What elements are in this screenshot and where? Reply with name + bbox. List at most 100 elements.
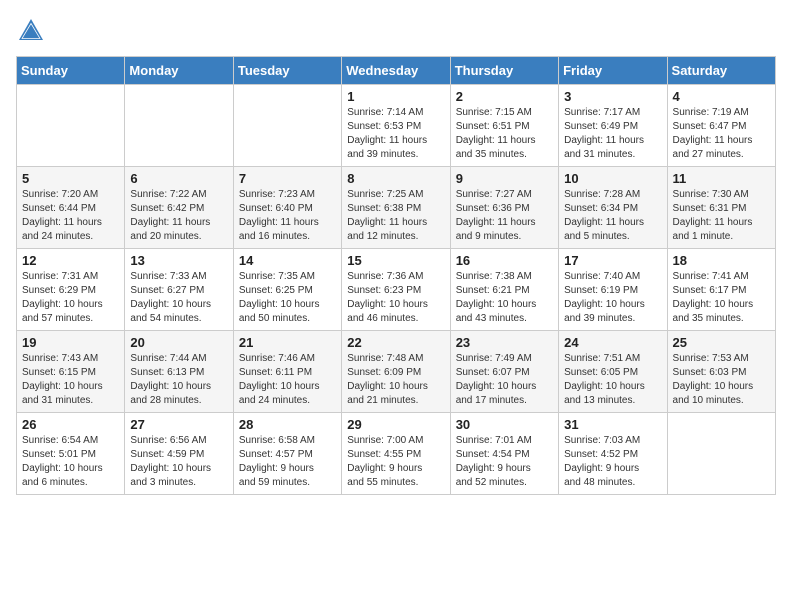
cell-date-number: 28 [239, 417, 336, 432]
calendar-cell: 23 Sunrise: 7:49 AM Sunset: 6:07 PM Dayli… [450, 331, 558, 413]
calendar-cell: 9 Sunrise: 7:27 AM Sunset: 6:36 PM Daylig… [450, 167, 558, 249]
calendar-cell: 5 Sunrise: 7:20 AM Sunset: 6:44 PM Daylig… [17, 167, 125, 249]
cell-info-text: Sunrise: 7:23 AM Sunset: 6:40 PM Dayligh… [239, 188, 336, 244]
calendar-cell: 24 Sunrise: 7:51 AM Sunset: 6:05 PM Dayli… [559, 331, 667, 413]
calendar-cell: 6 Sunrise: 7:22 AM Sunset: 6:42 PM Daylig… [125, 167, 233, 249]
cell-date-number: 14 [239, 253, 336, 268]
cell-date-number: 2 [456, 89, 553, 104]
cell-info-text: Sunrise: 7:46 AM Sunset: 6:11 PM Dayligh… [239, 352, 336, 408]
cell-date-number: 11 [673, 171, 770, 186]
cell-info-text: Sunrise: 7:20 AM Sunset: 6:44 PM Dayligh… [22, 188, 119, 244]
cell-date-number: 4 [673, 89, 770, 104]
cell-info-text: Sunrise: 7:01 AM Sunset: 4:54 PM Dayligh… [456, 434, 553, 490]
cell-info-text: Sunrise: 7:33 AM Sunset: 6:27 PM Dayligh… [130, 270, 227, 326]
cell-info-text: Sunrise: 7:49 AM Sunset: 6:07 PM Dayligh… [456, 352, 553, 408]
cell-date-number: 15 [347, 253, 444, 268]
calendar-cell [667, 413, 775, 495]
calendar-cell: 2 Sunrise: 7:15 AM Sunset: 6:51 PM Daylig… [450, 85, 558, 167]
weekday-header: Wednesday [342, 57, 450, 85]
cell-date-number: 18 [673, 253, 770, 268]
calendar-cell: 31Sunrise: 7:03 AM Sunset: 4:52 PM Dayli… [559, 413, 667, 495]
cell-info-text: Sunrise: 7:03 AM Sunset: 4:52 PM Dayligh… [564, 434, 661, 490]
cell-date-number: 22 [347, 335, 444, 350]
logo [16, 16, 50, 46]
cell-info-text: Sunrise: 7:30 AM Sunset: 6:31 PM Dayligh… [673, 188, 770, 244]
calendar-table: SundayMondayTuesdayWednesdayThursdayFrid… [16, 56, 776, 495]
cell-info-text: Sunrise: 7:53 AM Sunset: 6:03 PM Dayligh… [673, 352, 770, 408]
calendar-cell: 30 Sunrise: 7:01 AM Sunset: 4:54 PM Dayli… [450, 413, 558, 495]
cell-date-number: 1 [347, 89, 444, 104]
cell-info-text: Sunrise: 7:15 AM Sunset: 6:51 PM Dayligh… [456, 106, 553, 162]
calendar-cell: 3 Sunrise: 7:17 AM Sunset: 6:49 PM Daylig… [559, 85, 667, 167]
cell-date-number: 23 [456, 335, 553, 350]
cell-info-text: Sunrise: 7:22 AM Sunset: 6:42 PM Dayligh… [130, 188, 227, 244]
calendar-cell: 18 Sunrise: 7:41 AM Sunset: 6:17 PM Dayli… [667, 249, 775, 331]
cell-info-text: Sunrise: 7:40 AM Sunset: 6:19 PM Dayligh… [564, 270, 661, 326]
calendar-cell: 16Sunrise: 7:38 AM Sunset: 6:21 PM Dayli… [450, 249, 558, 331]
cell-date-number: 3 [564, 89, 661, 104]
cell-date-number: 17 [564, 253, 661, 268]
weekday-header: Thursday [450, 57, 558, 85]
cell-info-text: Sunrise: 7:41 AM Sunset: 6:17 PM Dayligh… [673, 270, 770, 326]
weekday-header: Friday [559, 57, 667, 85]
cell-date-number: 10 [564, 171, 661, 186]
cell-date-number: 20 [130, 335, 227, 350]
cell-date-number: 26 [22, 417, 119, 432]
calendar-cell: 25 Sunrise: 7:53 AM Sunset: 6:03 PM Dayli… [667, 331, 775, 413]
calendar-cell: 27 Sunrise: 6:56 AM Sunset: 4:59 PM Dayli… [125, 413, 233, 495]
calendar-cell: 15 Sunrise: 7:36 AM Sunset: 6:23 PM Dayli… [342, 249, 450, 331]
calendar-cell: 26 Sunrise: 6:54 AM Sunset: 5:01 PM Dayli… [17, 413, 125, 495]
calendar-cell: 20Sunrise: 7:44 AM Sunset: 6:13 PM Dayli… [125, 331, 233, 413]
cell-info-text: Sunrise: 7:35 AM Sunset: 6:25 PM Dayligh… [239, 270, 336, 326]
calendar-cell: 12 Sunrise: 7:31 AM Sunset: 6:29 PM Dayli… [17, 249, 125, 331]
calendar-row: 1 Sunrise: 7:14 AM Sunset: 6:53 PM Daylig… [17, 85, 776, 167]
calendar-row: 26 Sunrise: 6:54 AM Sunset: 5:01 PM Dayli… [17, 413, 776, 495]
cell-date-number: 30 [456, 417, 553, 432]
cell-date-number: 12 [22, 253, 119, 268]
logo-icon [16, 16, 46, 46]
cell-info-text: Sunrise: 6:56 AM Sunset: 4:59 PM Dayligh… [130, 434, 227, 490]
calendar-cell: 14 Sunrise: 7:35 AM Sunset: 6:25 PM Dayli… [233, 249, 341, 331]
cell-date-number: 8 [347, 171, 444, 186]
weekday-header: Monday [125, 57, 233, 85]
cell-info-text: Sunrise: 7:43 AM Sunset: 6:15 PM Dayligh… [22, 352, 119, 408]
cell-info-text: Sunrise: 7:25 AM Sunset: 6:38 PM Dayligh… [347, 188, 444, 244]
calendar-cell: 1 Sunrise: 7:14 AM Sunset: 6:53 PM Daylig… [342, 85, 450, 167]
cell-date-number: 6 [130, 171, 227, 186]
cell-info-text: Sunrise: 7:36 AM Sunset: 6:23 PM Dayligh… [347, 270, 444, 326]
cell-date-number: 13 [130, 253, 227, 268]
cell-date-number: 24 [564, 335, 661, 350]
calendar-cell: 4Sunrise: 7:19 AM Sunset: 6:47 PM Daylig… [667, 85, 775, 167]
cell-info-text: Sunrise: 7:51 AM Sunset: 6:05 PM Dayligh… [564, 352, 661, 408]
cell-info-text: Sunrise: 6:58 AM Sunset: 4:57 PM Dayligh… [239, 434, 336, 490]
calendar-row: 12 Sunrise: 7:31 AM Sunset: 6:29 PM Dayli… [17, 249, 776, 331]
weekday-header: Sunday [17, 57, 125, 85]
calendar-cell: 11 Sunrise: 7:30 AM Sunset: 6:31 PM Dayli… [667, 167, 775, 249]
calendar-cell: 13 Sunrise: 7:33 AM Sunset: 6:27 PM Dayli… [125, 249, 233, 331]
cell-date-number: 7 [239, 171, 336, 186]
calendar-cell: 21Sunrise: 7:46 AM Sunset: 6:11 PM Dayli… [233, 331, 341, 413]
cell-info-text: Sunrise: 7:14 AM Sunset: 6:53 PM Dayligh… [347, 106, 444, 162]
calendar-cell [233, 85, 341, 167]
calendar-cell: 7 Sunrise: 7:23 AM Sunset: 6:40 PM Daylig… [233, 167, 341, 249]
cell-date-number: 9 [456, 171, 553, 186]
cell-info-text: Sunrise: 7:31 AM Sunset: 6:29 PM Dayligh… [22, 270, 119, 326]
calendar-cell: 29Sunrise: 7:00 AM Sunset: 4:55 PM Dayli… [342, 413, 450, 495]
cell-info-text: Sunrise: 7:27 AM Sunset: 6:36 PM Dayligh… [456, 188, 553, 244]
cell-date-number: 19 [22, 335, 119, 350]
cell-info-text: Sunrise: 6:54 AM Sunset: 5:01 PM Dayligh… [22, 434, 119, 490]
calendar-header-row: SundayMondayTuesdayWednesdayThursdayFrid… [17, 57, 776, 85]
cell-date-number: 25 [673, 335, 770, 350]
calendar-row: 5 Sunrise: 7:20 AM Sunset: 6:44 PM Daylig… [17, 167, 776, 249]
cell-info-text: Sunrise: 7:17 AM Sunset: 6:49 PM Dayligh… [564, 106, 661, 162]
calendar-cell: 17 Sunrise: 7:40 AM Sunset: 6:19 PM Dayli… [559, 249, 667, 331]
calendar-cell [17, 85, 125, 167]
cell-date-number: 16 [456, 253, 553, 268]
cell-date-number: 5 [22, 171, 119, 186]
cell-date-number: 27 [130, 417, 227, 432]
calendar-cell: 19 Sunrise: 7:43 AM Sunset: 6:15 PM Dayli… [17, 331, 125, 413]
calendar-cell: 10Sunrise: 7:28 AM Sunset: 6:34 PM Dayli… [559, 167, 667, 249]
weekday-header: Tuesday [233, 57, 341, 85]
calendar-cell [125, 85, 233, 167]
page-header [16, 16, 776, 46]
